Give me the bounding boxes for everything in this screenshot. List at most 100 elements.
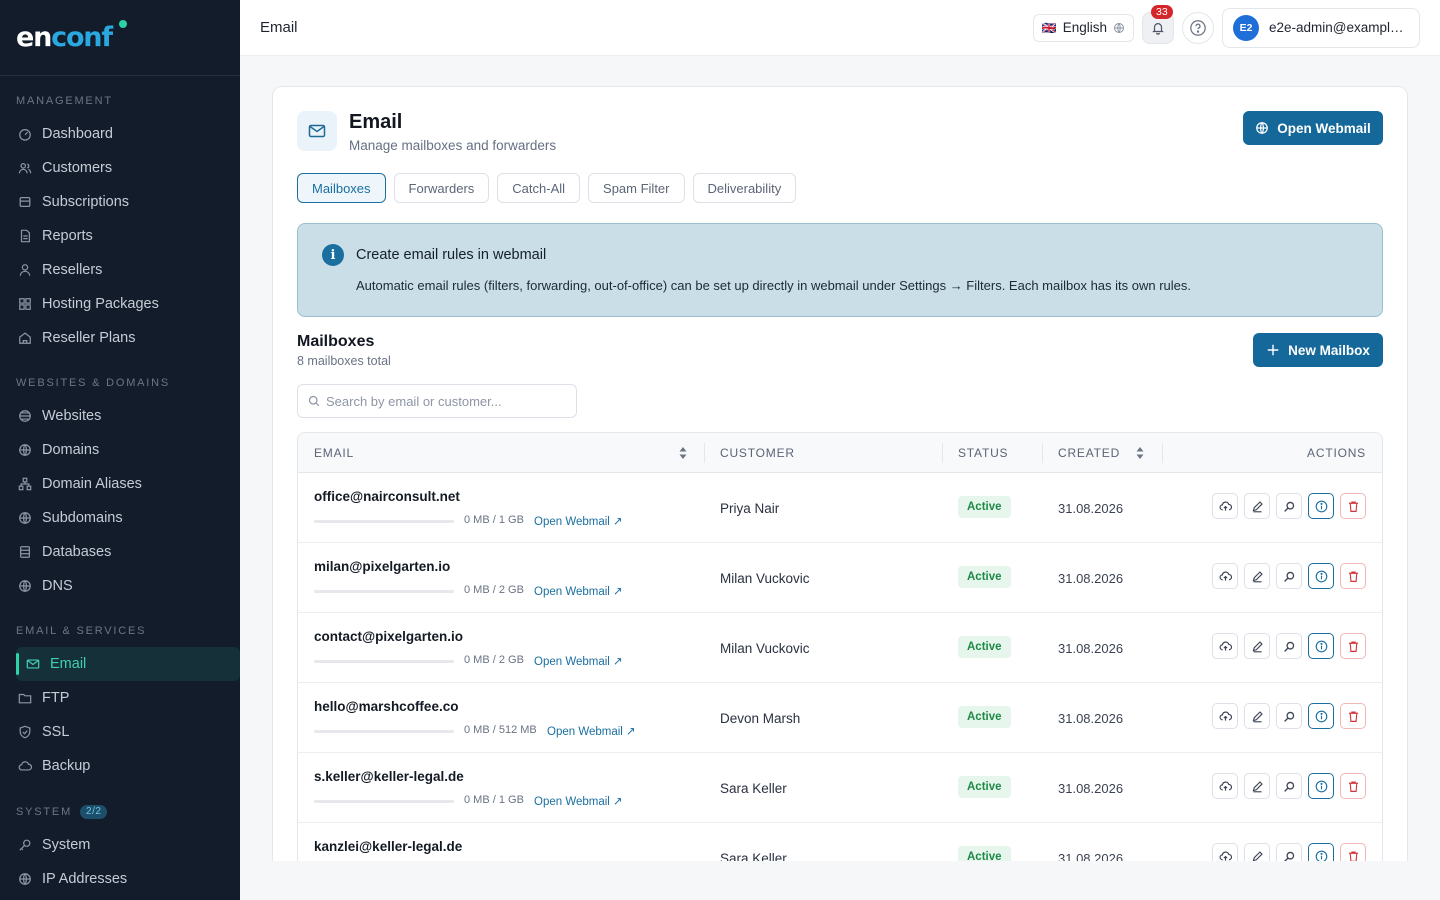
table-row[interactable]: contact@pixelgarten.io 0 MB / 2 GB Open We… xyxy=(298,613,1382,683)
search-field[interactable] xyxy=(297,384,577,418)
app-logo[interactable]: enconf xyxy=(0,0,240,76)
table-row[interactable]: s.keller@keller-legal.de 0 MB / 1 GB Open … xyxy=(298,753,1382,823)
mailbox-email[interactable]: hello@marshcoffee.co xyxy=(314,699,458,714)
language-select[interactable]: 🇬🇧 English xyxy=(1032,13,1134,42)
info-button[interactable] xyxy=(1308,633,1334,659)
search-button[interactable] xyxy=(1276,563,1302,589)
edit-button[interactable] xyxy=(1244,703,1270,729)
tab-catch-all[interactable]: Catch-All xyxy=(497,173,581,203)
mailbox-email[interactable]: office@nairconsult.net xyxy=(314,489,460,504)
sidebar-item-ssl[interactable]: SSL xyxy=(0,715,232,749)
tab-deliverability[interactable]: Deliverability xyxy=(692,173,797,203)
sidebar-item-resellers[interactable]: Resellers xyxy=(0,253,232,287)
mailbox-email[interactable]: contact@pixelgarten.io xyxy=(314,629,463,644)
sidebar-item-dashboard[interactable]: Dashboard xyxy=(0,117,232,151)
table-row[interactable]: office@nairconsult.net 0 MB / 1 GB Open We… xyxy=(298,473,1382,543)
info-icon xyxy=(1315,640,1328,653)
mail-icon xyxy=(297,111,337,151)
tab-mailboxes[interactable]: Mailboxes xyxy=(297,173,386,203)
sidebar-item-reports[interactable]: Reports xyxy=(0,219,232,253)
edit-button[interactable] xyxy=(1244,773,1270,799)
sidebar-item-system[interactable]: System xyxy=(0,828,232,862)
column-email[interactable]: EMAIL xyxy=(314,433,354,473)
section-label: WEBSITES & DOMAINS xyxy=(16,377,171,389)
tab-forwarders[interactable]: Forwarders xyxy=(393,173,490,203)
info-button[interactable] xyxy=(1308,563,1334,589)
upload-button[interactable] xyxy=(1212,773,1238,799)
sidebar-item-ip-addresses[interactable]: IP Addresses xyxy=(0,862,232,896)
search-input[interactable] xyxy=(326,393,566,409)
info-button[interactable] xyxy=(1308,493,1334,519)
delete-button[interactable] xyxy=(1340,493,1366,519)
quota-text: 0 MB / 512 MB xyxy=(464,724,537,736)
table-row[interactable]: hello@marshcoffee.co 0 MB / 512 MB Open We… xyxy=(298,683,1382,753)
search-button[interactable] xyxy=(1276,493,1302,519)
sidebar-item-subscriptions[interactable]: Subscriptions xyxy=(0,185,232,219)
info-icon xyxy=(1315,500,1328,513)
sidebar-item-label: Reports xyxy=(42,228,93,244)
sidebar-item-backup[interactable]: Backup xyxy=(0,749,232,783)
upload-button[interactable] xyxy=(1212,703,1238,729)
section-label: EMAIL & SERVICES xyxy=(16,625,147,637)
sidebar-item-subdomains[interactable]: Subdomains xyxy=(0,501,232,535)
sidebar-item-databases[interactable]: Databases xyxy=(0,535,232,569)
help-button[interactable] xyxy=(1182,11,1214,44)
column-customer: CUSTOMER xyxy=(720,446,795,460)
table-header: EMAIL CUSTOMER STATUS CREATED ACTIONS xyxy=(298,433,1382,473)
table-row[interactable]: milan@pixelgarten.io 0 MB / 2 GB Open Webm… xyxy=(298,543,1382,613)
sidebar-item-reseller-plans[interactable]: Reseller Plans xyxy=(0,321,232,355)
quota-bar xyxy=(314,660,454,663)
search-button[interactable] xyxy=(1276,773,1302,799)
open-webmail-link[interactable]: Open Webmail ↗ xyxy=(534,514,623,528)
open-webmail-link[interactable]: Open Webmail ↗ xyxy=(547,724,636,738)
created-date: 31.08.2026 xyxy=(1058,641,1124,656)
search-button[interactable] xyxy=(1276,703,1302,729)
search-button[interactable] xyxy=(1276,633,1302,659)
mailbox-email[interactable]: s.keller@keller-legal.de xyxy=(314,769,464,784)
shield-icon xyxy=(18,725,32,739)
mailbox-email[interactable]: kanzlei@keller-legal.de xyxy=(314,839,462,854)
sidebar-item-domain-aliases[interactable]: Domain Aliases xyxy=(0,467,232,501)
delete-button[interactable] xyxy=(1340,773,1366,799)
sidebar-item-hosting-packages[interactable]: Hosting Packages xyxy=(0,287,232,321)
info-icon xyxy=(1315,710,1328,723)
sidebar-item-label: Domains xyxy=(42,442,100,458)
sidebar-item-email[interactable]: Email xyxy=(16,647,240,681)
delete-button[interactable] xyxy=(1340,633,1366,659)
mailbox-email[interactable]: milan@pixelgarten.io xyxy=(314,559,450,574)
mail-icon xyxy=(26,657,40,671)
sidebar-item-customers[interactable]: Customers xyxy=(0,151,232,185)
open-webmail-button[interactable]: Open Webmail xyxy=(1243,111,1383,145)
upload-button[interactable] xyxy=(1212,633,1238,659)
delete-button[interactable] xyxy=(1340,563,1366,589)
column-created[interactable]: CREATED xyxy=(1058,433,1120,473)
delete-button[interactable] xyxy=(1340,703,1366,729)
edit-button[interactable] xyxy=(1244,493,1270,519)
edit-button[interactable] xyxy=(1244,633,1270,659)
sidebar-item-dns[interactable]: DNS xyxy=(0,569,232,603)
upload-button[interactable] xyxy=(1212,563,1238,589)
sort-icon[interactable] xyxy=(1135,446,1145,460)
user-menu[interactable]: E2 e2e-admin@example.com xyxy=(1222,7,1420,48)
info-button[interactable] xyxy=(1308,773,1334,799)
upload-button[interactable] xyxy=(1212,493,1238,519)
edit-button[interactable] xyxy=(1244,563,1270,589)
info-button[interactable] xyxy=(1308,703,1334,729)
open-webmail-link[interactable]: Open Webmail ↗ xyxy=(534,794,623,808)
open-webmail-link[interactable]: Open Webmail ↗ xyxy=(534,654,623,668)
row-actions xyxy=(1212,493,1366,519)
globe-icon xyxy=(1256,122,1269,134)
tab-spam-filter[interactable]: Spam Filter xyxy=(588,173,685,203)
notifications-button[interactable]: 33 xyxy=(1142,4,1174,44)
sidebar-item-domains[interactable]: Domains xyxy=(0,433,232,467)
sidebar-item-ftp[interactable]: FTP xyxy=(0,681,232,715)
sort-icon[interactable] xyxy=(678,446,688,460)
user-icon xyxy=(18,263,32,277)
open-webmail-link[interactable]: Open Webmail ↗ xyxy=(534,584,623,598)
sidebar-item-websites[interactable]: Websites xyxy=(0,399,232,433)
logo-text: enconf xyxy=(16,22,113,53)
users-icon xyxy=(18,161,32,175)
created-date: 31.08.2026 xyxy=(1058,711,1124,726)
ip-icon xyxy=(18,872,32,886)
new-mailbox-button[interactable]: New Mailbox xyxy=(1253,333,1383,367)
